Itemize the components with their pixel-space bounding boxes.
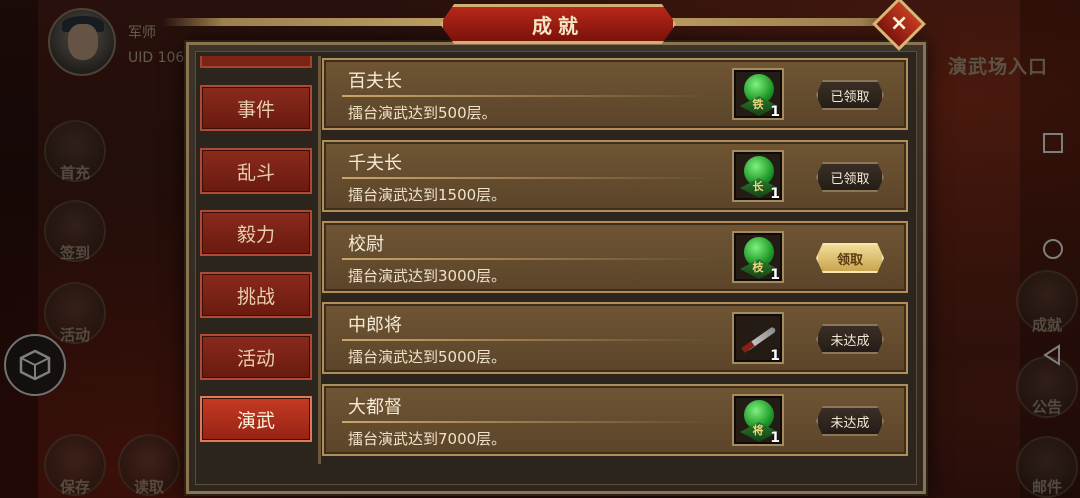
achievement-row: 千夫长 擂台演武达到1500层。 长 1 已领取 xyxy=(322,140,908,212)
achievement-row: 中郎将 擂台演武达到5000层。 1 未达成 xyxy=(322,302,908,374)
reward-quantity: 1 xyxy=(770,267,780,283)
row-divider xyxy=(342,258,712,260)
achievement-row: 百夫长 擂台演武达到500层。 铁 1 已领取 xyxy=(322,58,908,130)
achievement-desc: 擂台演武达到500层。 xyxy=(348,104,497,122)
tab-challenge[interactable]: 挑战 xyxy=(200,272,312,318)
reward-quantity: 1 xyxy=(770,348,780,364)
tab-activity[interactable]: 活动 xyxy=(200,334,312,380)
tab-brawl[interactable]: 乱斗 xyxy=(200,148,312,194)
row-divider xyxy=(342,339,712,341)
achievement-title: 千夫长 xyxy=(348,153,402,174)
achievement-desc: 擂台演武达到3000层。 xyxy=(348,267,507,285)
reward-quantity: 1 xyxy=(770,430,780,446)
tab-divider xyxy=(318,56,321,464)
reward-quantity: 1 xyxy=(770,104,780,120)
achievement-desc: 擂台演武达到1500层。 xyxy=(348,186,507,204)
sword-hilt xyxy=(741,341,755,353)
row-divider xyxy=(342,95,712,97)
achievement-row: 大都督 擂台演武达到7000层。 将 1 未达成 xyxy=(322,384,908,456)
row-divider xyxy=(342,421,712,423)
modal-title-plate: 成就 xyxy=(440,4,676,44)
reward-quantity: 1 xyxy=(770,186,780,202)
modal-title: 成就 xyxy=(532,13,584,38)
close-icon: × xyxy=(889,11,909,36)
green-jade-seal-icon[interactable]: 枝 1 xyxy=(732,231,784,283)
achievement-title: 大都督 xyxy=(348,397,402,418)
green-jade-seal-icon[interactable]: 铁 1 xyxy=(732,68,784,120)
tab-events[interactable]: 事件 xyxy=(200,85,312,131)
tab-martial-arts[interactable]: 演武 xyxy=(200,396,312,442)
green-jade-seal-icon[interactable]: 将 1 xyxy=(732,394,784,446)
claimed-button[interactable]: 已领取 xyxy=(816,162,884,192)
achievement-title: 百夫长 xyxy=(348,71,402,92)
sword-icon[interactable]: 1 xyxy=(732,312,784,364)
claim-button[interactable]: 领取 xyxy=(816,243,884,273)
achievement-row: 校尉 擂台演武达到3000层。 枝 1 领取 xyxy=(322,221,908,293)
row-divider xyxy=(342,177,712,179)
not-achieved-button[interactable]: 未达成 xyxy=(816,406,884,436)
claimed-button[interactable]: 已领取 xyxy=(816,80,884,110)
achievement-desc: 擂台演武达到5000层。 xyxy=(348,348,507,366)
tab-scroll-stub xyxy=(200,56,312,68)
green-jade-seal-icon[interactable]: 长 1 xyxy=(732,150,784,202)
achievement-title: 中郎将 xyxy=(348,315,402,336)
not-achieved-button[interactable]: 未达成 xyxy=(816,324,884,354)
achievement-title: 校尉 xyxy=(348,234,384,255)
achievement-desc: 擂台演武达到7000层。 xyxy=(348,430,507,448)
tab-perseverance[interactable]: 毅力 xyxy=(200,210,312,256)
